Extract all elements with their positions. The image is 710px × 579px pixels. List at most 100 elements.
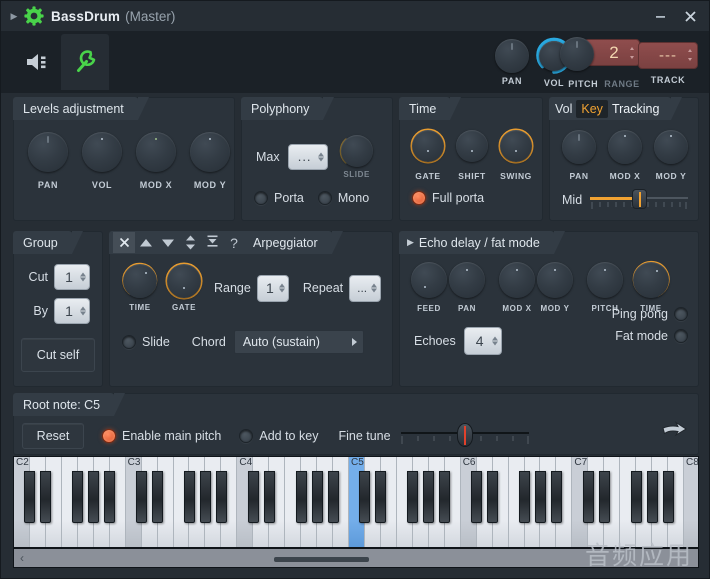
tracking-modx-group[interactable]: MOD X xyxy=(608,130,642,181)
piano-key-black[interactable] xyxy=(296,471,307,523)
echo-mody-group[interactable]: MOD Y xyxy=(536,262,574,313)
tracking-tab-vol[interactable]: Vol xyxy=(555,102,572,116)
arp-gate-knob[interactable] xyxy=(167,264,201,298)
chevron-left-icon[interactable]: ‹ xyxy=(14,551,24,565)
piano-key-black[interactable] xyxy=(375,471,386,523)
piano-key-black[interactable] xyxy=(184,471,195,523)
shift-knob[interactable] xyxy=(456,130,488,162)
arp-off-x-icon[interactable] xyxy=(113,232,135,253)
piano-key-black[interactable] xyxy=(471,471,482,523)
piano-key-black[interactable] xyxy=(647,471,658,523)
piano-keyboard[interactable]: C2C3C4C5C6C7C8 xyxy=(13,456,699,548)
tracking-tab-tracking[interactable]: Tracking xyxy=(612,102,659,116)
cut-group-input[interactable]: 1 xyxy=(54,264,90,290)
piano-key-black[interactable] xyxy=(423,471,434,523)
fine-tune-slider[interactable] xyxy=(401,422,529,450)
arp-arrow-down-icon[interactable] xyxy=(157,232,179,253)
full-porta-toggle[interactable] xyxy=(412,191,426,205)
piano-key-black[interactable] xyxy=(312,471,323,523)
swing-knob-group[interactable]: SWING xyxy=(500,130,532,181)
piano-key-black[interactable] xyxy=(328,471,339,523)
hand-pointer-icon[interactable] xyxy=(660,420,688,449)
levels-mody-knob[interactable] xyxy=(190,132,230,172)
slide-knob-group[interactable]: SLIDE xyxy=(338,134,376,179)
tracking-mody-group[interactable]: MOD Y xyxy=(654,130,688,181)
fat-mode-toggle[interactable] xyxy=(674,329,688,343)
piano-key-black[interactable] xyxy=(519,471,530,523)
levels-pan-group[interactable]: PAN xyxy=(28,132,68,190)
arp-gate-group[interactable]: GATE xyxy=(166,264,202,312)
arp-slide-toggle[interactable] xyxy=(122,335,136,349)
echo-time-group[interactable]: TIME xyxy=(632,262,670,313)
gate-knob-group[interactable]: GATE xyxy=(412,130,444,181)
mid-slider[interactable] xyxy=(590,189,688,211)
piano-key-black[interactable] xyxy=(248,471,259,523)
levels-pan-knob[interactable] xyxy=(28,132,68,172)
piano-key-black[interactable] xyxy=(535,471,546,523)
echo-pan-knob[interactable] xyxy=(449,262,485,298)
reset-button[interactable]: Reset xyxy=(22,423,84,449)
porta-toggle[interactable] xyxy=(254,191,268,205)
tracking-tab-key[interactable]: Key xyxy=(576,100,608,118)
echo-pitch-knob[interactable] xyxy=(587,262,623,298)
fine-tune-thumb[interactable] xyxy=(457,423,473,447)
arp-time-knob[interactable] xyxy=(123,264,157,298)
expand-triangle-icon[interactable]: ▶ xyxy=(5,11,23,22)
levels-vol-knob[interactable] xyxy=(82,132,122,172)
gate-knob[interactable] xyxy=(412,130,444,162)
slide-knob[interactable] xyxy=(341,135,373,167)
wrench-icon[interactable] xyxy=(61,34,109,90)
echo-pan-group[interactable]: PAN xyxy=(448,262,486,313)
close-icon[interactable] xyxy=(677,3,703,29)
pitch-knob-group[interactable]: 2 PITCH RANGE xyxy=(579,35,623,89)
track-display[interactable]: --- xyxy=(638,42,698,69)
echo-time-knob[interactable] xyxy=(633,262,669,298)
max-polyphony-input[interactable]: ... xyxy=(288,144,328,170)
piano-key-black[interactable] xyxy=(40,471,51,523)
echo-mody-knob[interactable] xyxy=(537,262,573,298)
piano-key-black[interactable] xyxy=(152,471,163,523)
echo-modx-group[interactable]: MOD X xyxy=(498,262,536,313)
tracking-pan-knob[interactable] xyxy=(562,130,596,164)
arp-arrow-updown-icon[interactable] xyxy=(179,232,201,253)
shift-knob-group[interactable]: SHIFT xyxy=(456,130,488,181)
mid-slider-thumb[interactable] xyxy=(632,189,647,209)
arp-range-input[interactable]: 1 xyxy=(257,275,289,302)
levels-mody-group[interactable]: MOD Y xyxy=(190,132,230,190)
piano-key-black[interactable] xyxy=(88,471,99,523)
arp-arrow-inward-icon[interactable] xyxy=(201,232,223,253)
mono-toggle[interactable] xyxy=(318,191,332,205)
minimize-button[interactable] xyxy=(647,3,673,29)
add-to-key-toggle[interactable] xyxy=(239,429,253,443)
pitch-knob[interactable] xyxy=(560,37,594,71)
piano-key-black[interactable] xyxy=(663,471,674,523)
piano-key-black[interactable] xyxy=(200,471,211,523)
ping-pong-toggle[interactable] xyxy=(674,307,688,321)
piano-key-black[interactable] xyxy=(599,471,610,523)
track-group[interactable]: --- TRACK xyxy=(635,40,701,85)
piano-key-black[interactable] xyxy=(631,471,642,523)
echo-feed-group[interactable]: FEED xyxy=(410,262,448,313)
piano-key-black[interactable] xyxy=(407,471,418,523)
arp-arrow-up-icon[interactable] xyxy=(135,232,157,253)
piano-key-black[interactable] xyxy=(487,471,498,523)
levels-modx-group[interactable]: MOD X xyxy=(136,132,176,190)
piano-key-black[interactable] xyxy=(583,471,594,523)
pan-knob-group[interactable]: PAN xyxy=(491,39,533,86)
echo-pitch-group[interactable]: PITCH xyxy=(586,262,624,313)
echoes-input[interactable]: 4 xyxy=(464,327,502,355)
echo-feed-knob[interactable] xyxy=(411,262,447,298)
piano-key-black[interactable] xyxy=(551,471,562,523)
arp-time-group[interactable]: TIME xyxy=(122,264,158,312)
arp-help-icon[interactable]: ? xyxy=(223,232,245,253)
levels-modx-knob[interactable] xyxy=(136,132,176,172)
piano-key-black[interactable] xyxy=(104,471,115,523)
speaker-icon[interactable] xyxy=(13,34,61,90)
tracking-mody-knob[interactable] xyxy=(654,130,688,164)
pan-knob[interactable] xyxy=(495,39,529,73)
cut-self-button[interactable]: Cut self xyxy=(21,338,95,372)
piano-key-black[interactable] xyxy=(24,471,35,523)
tracking-modx-knob[interactable] xyxy=(608,130,642,164)
echo-modx-knob[interactable] xyxy=(499,262,535,298)
piano-key-black[interactable] xyxy=(359,471,370,523)
